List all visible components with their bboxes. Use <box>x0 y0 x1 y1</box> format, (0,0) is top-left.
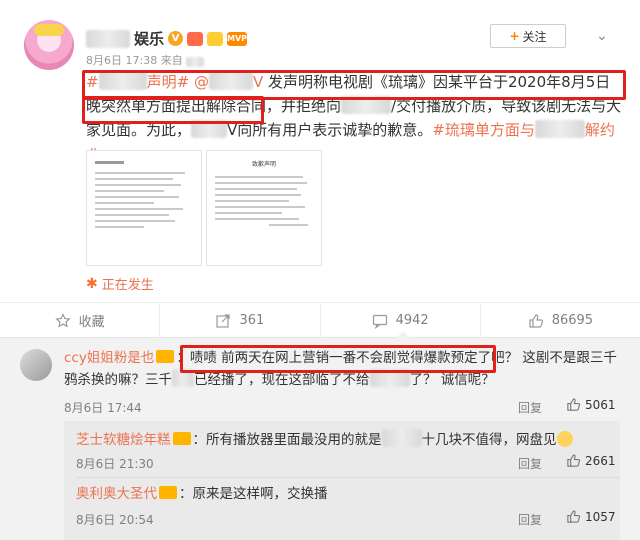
lightbulb-badge-icon <box>207 31 224 46</box>
redacted-name <box>86 29 130 48</box>
repost-button[interactable]: 361 <box>160 303 321 338</box>
trending-icon: ✱ <box>86 275 98 292</box>
chevron-down-icon[interactable]: ⌄ <box>596 28 608 44</box>
thumbs-up-icon <box>567 454 581 467</box>
comment-like-button[interactable]: 2661 <box>566 453 616 468</box>
comment-user[interactable]: ccy姐姐粉是也 <box>64 350 154 366</box>
vip-badge-icon <box>156 350 175 363</box>
post-date[interactable]: 8月6日 17:38 <box>86 54 157 67</box>
plus-icon: + <box>509 29 520 43</box>
vip-badge-icon <box>172 432 191 445</box>
vip-badge-icon <box>159 486 177 499</box>
action-bar: 收藏 361 4942 86695 <box>0 302 640 338</box>
post-source: 来自 <box>160 54 183 67</box>
comment-icon <box>372 314 387 329</box>
reply-button[interactable]: 回复 <box>518 399 542 416</box>
post-meta: 8月6日 17:38 来自 <box>86 52 205 68</box>
thumbs-up-icon <box>529 313 543 328</box>
comment-1: ccy姐姐粉是也 ：啧啧 前两天在网上营销一番不会剧觉得爆款预定了吧？ 这剧不是跟… <box>64 350 617 388</box>
comment-like-button[interactable]: 1057 <box>566 509 616 524</box>
mvp-badge-icon: MVP <box>227 31 247 46</box>
thumbs-up-icon <box>567 510 581 523</box>
statement-image-1[interactable] <box>86 150 202 266</box>
reply-button[interactable]: 回复 <box>518 455 542 472</box>
reply-2: 奥利奥大圣代 ：原来是这样啊，交换播 <box>76 486 328 502</box>
reply-button[interactable]: 回复 <box>518 511 542 528</box>
favorite-button[interactable]: 收藏 <box>0 303 161 338</box>
follow-button[interactable]: + 关注 <box>490 24 566 48</box>
statement-image-2[interactable]: 致歉声明 <box>206 150 322 266</box>
trending-link[interactable]: ✱ 正在发生 <box>86 274 154 294</box>
commenter-avatar[interactable] <box>20 349 52 381</box>
member-badge-icon <box>187 31 204 46</box>
like-button[interactable]: 86695 <box>481 303 640 338</box>
reply-1: 芝士软糖烩年糕 ：所有播放器里面最没用的就是 十几块不值得，网盘见 <box>76 429 616 451</box>
verified-icon: V <box>168 31 184 46</box>
comment-like-button[interactable]: 5061 <box>566 397 616 412</box>
weibo-post-card: 娱乐 V MVP 8月6日 17:38 来自 + 关注 ⌄ # 声明# @ V 发声… <box>0 0 640 338</box>
star-icon <box>54 312 71 327</box>
comment-date: 8月6日 17:44 <box>64 401 142 415</box>
emoji-icon <box>556 431 573 447</box>
comment-section: ccy姐姐粉是也 ：啧啧 前两天在网上营销一番不会剧觉得爆款预定了吧？ 这剧不是跟… <box>0 339 640 540</box>
thumbs-up-icon <box>567 398 581 411</box>
repost-icon <box>216 313 231 328</box>
author-avatar[interactable] <box>24 20 74 70</box>
author-name[interactable]: 娱乐 V MVP <box>86 28 247 49</box>
comment-pointer <box>396 331 410 338</box>
